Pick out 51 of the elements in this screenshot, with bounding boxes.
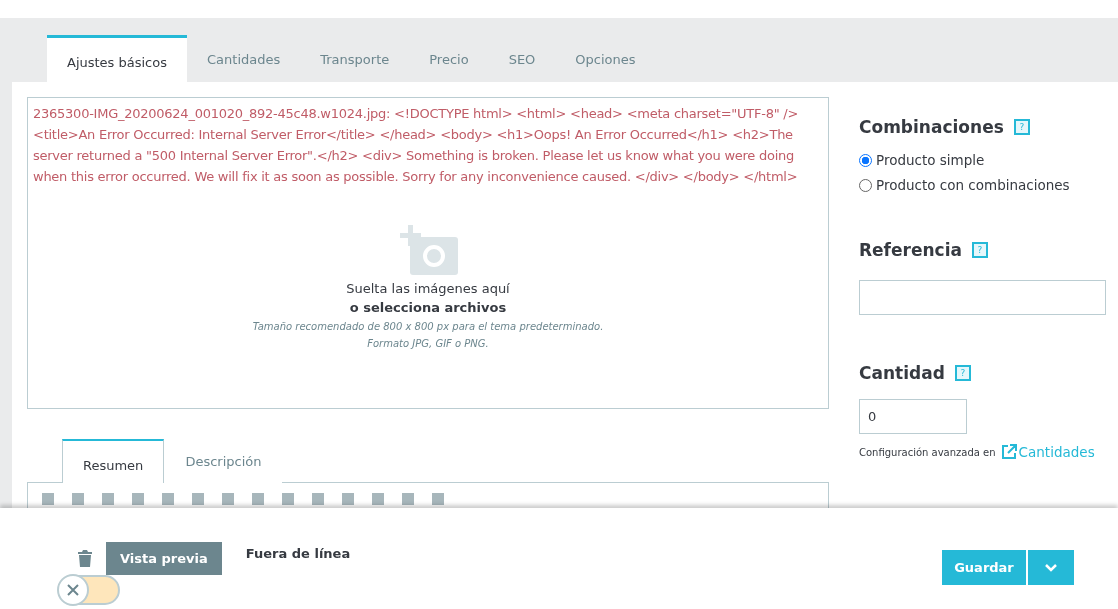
quantity-field[interactable]: 0 xyxy=(859,399,967,434)
toolbar-icon[interactable] xyxy=(72,493,84,505)
toolbar-icon[interactable] xyxy=(342,493,354,505)
format-hint: Formato JPG, GIF o PNG. xyxy=(367,338,489,349)
tab[interactable]: Cantidades xyxy=(187,35,301,82)
image-drop-zone[interactable] xyxy=(27,97,829,409)
tab[interactable]: Resumen xyxy=(62,439,165,483)
radio-button[interactable] xyxy=(859,153,872,167)
help-icon[interactable]: ? xyxy=(954,365,971,381)
error-message: 2365300-IMG_20200624_001020_892-45c48.w1024.jpg: <!DOCTYPE html> <html> <head> <meta charset="UTF-8" /> <title>An Error Occurred: Internal Server Error</title> </head> <body> <h1>Oops! An Error Occurred</h1> <h2>The server returned a "500 Internal Server Error".</h2> <div> Something is broken. Please let us know what you were doing when this error occurred. We will fix it as soon as possible. Sorry for any inconvenience caused. </div> </body> </html> xyxy=(33,105,800,186)
help-icon[interactable]: ? xyxy=(1013,119,1030,135)
tab[interactable]: Transporte xyxy=(300,35,410,82)
tab[interactable]: Ajustes básicos xyxy=(47,35,187,82)
toolbar-icon[interactable] xyxy=(222,493,234,505)
toolbar-icon[interactable] xyxy=(42,493,54,505)
radio-option[interactable]: Producto con combinaciones xyxy=(859,177,1109,193)
radio-button[interactable] xyxy=(859,178,872,192)
trash-icon[interactable] xyxy=(78,550,92,567)
external-link-icon xyxy=(1000,444,1017,460)
close-icon xyxy=(66,583,80,597)
tab[interactable]: Precio xyxy=(409,35,489,82)
status-text: Fuera de línea xyxy=(245,546,351,561)
toolbar-icon[interactable] xyxy=(252,493,264,505)
toolbar-icon[interactable] xyxy=(162,493,174,505)
help-icon[interactable]: ? xyxy=(971,242,988,258)
preview-button[interactable]: Vista previa xyxy=(106,542,222,575)
toolbar-icon[interactable] xyxy=(282,493,294,505)
quantities-link[interactable]: Cantidades xyxy=(1000,444,1095,460)
size-hint: Tamaño recomendado de 800 x 800 px para el tema predeterminado. xyxy=(252,321,604,332)
tab[interactable]: SEO xyxy=(488,35,556,82)
toolbar-icon[interactable] xyxy=(372,493,384,505)
add-photo-icon xyxy=(398,225,458,275)
toolbar-icon[interactable] xyxy=(102,493,114,505)
radio-option[interactable]: Producto simple xyxy=(859,152,1109,168)
toolbar-icon[interactable] xyxy=(132,493,144,505)
drop-text: Suelta las imágenes aquí xyxy=(346,281,510,296)
section-title: Cantidad xyxy=(859,363,945,383)
section-title: Combinaciones xyxy=(859,117,1004,137)
toolbar-icon[interactable] xyxy=(312,493,324,505)
section-title: Referencia xyxy=(859,240,962,260)
advanced-settings-text: Configuración avanzada en xyxy=(859,446,996,458)
online-toggle[interactable] xyxy=(58,575,120,605)
select-files-link[interactable]: o selecciona archivos xyxy=(349,300,507,315)
toolbar-icon[interactable] xyxy=(192,493,204,505)
save-button[interactable]: Guardar xyxy=(942,550,1026,585)
toolbar-icon[interactable] xyxy=(432,493,444,505)
tab[interactable]: Opciones xyxy=(555,35,656,82)
save-options-button[interactable] xyxy=(1028,550,1074,585)
toolbar-icon[interactable] xyxy=(402,493,414,505)
reference-field[interactable] xyxy=(859,280,1106,315)
caret-icon xyxy=(1045,563,1057,572)
